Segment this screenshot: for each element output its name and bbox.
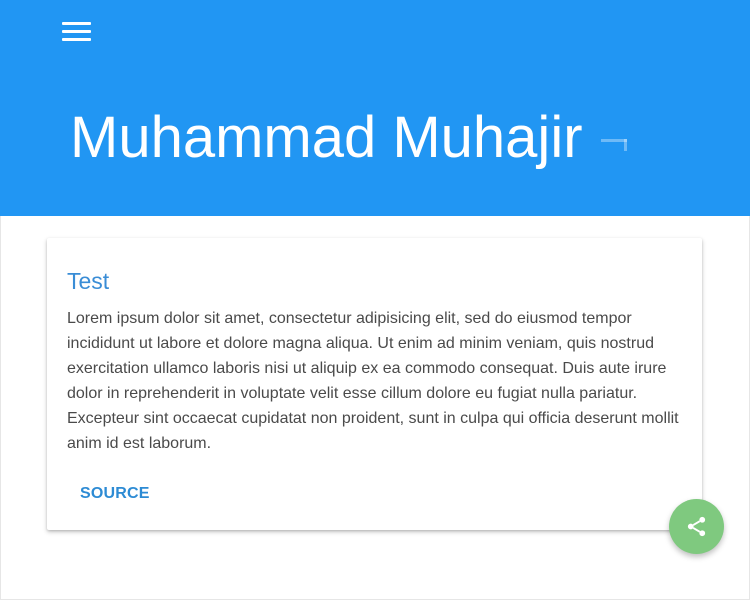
share-fab-button[interactable] (669, 499, 724, 554)
post-card: Test Lorem ipsum dolor sit amet, consect… (47, 238, 702, 530)
card-body-text: Lorem ipsum dolor sit amet, consectetur … (67, 310, 679, 452)
menu-button[interactable] (58, 18, 94, 48)
app-header: Muhammad Muhajir (0, 0, 750, 216)
share-icon (687, 516, 706, 537)
typing-cursor-icon (601, 139, 627, 151)
page-title: Muhammad Muhajir (70, 105, 583, 170)
source-button[interactable]: SOURCE (67, 476, 163, 512)
card-title: Test (67, 268, 110, 294)
